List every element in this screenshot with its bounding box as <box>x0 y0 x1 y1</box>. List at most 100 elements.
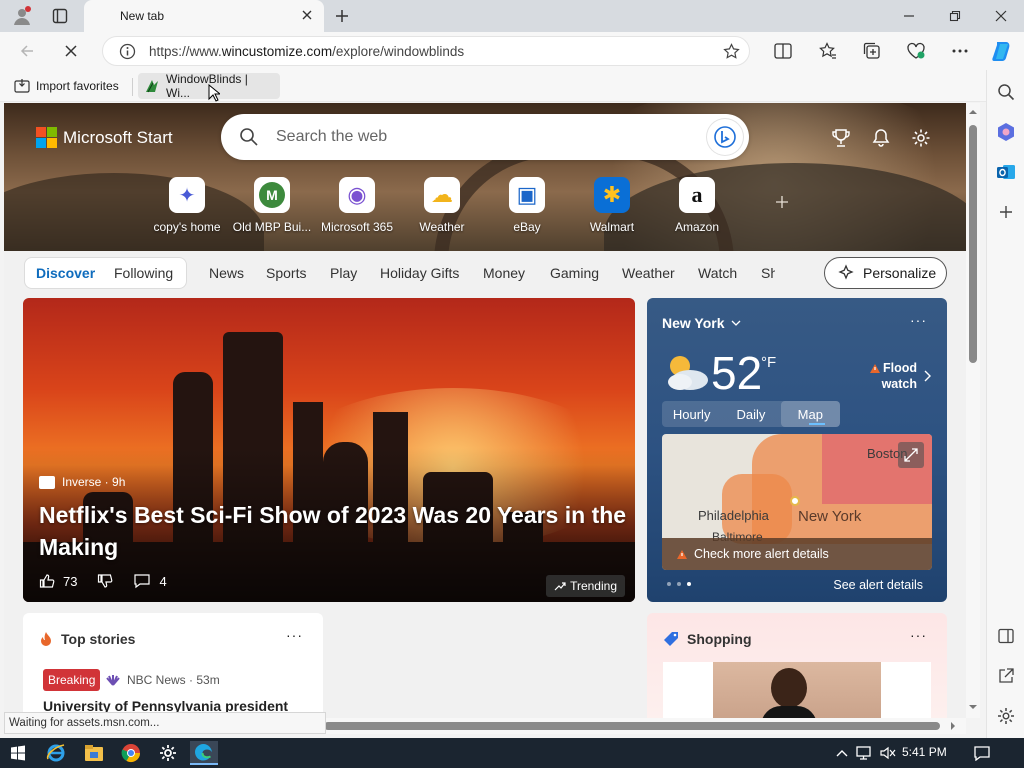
sidebar-split-panel-icon[interactable] <box>992 622 1020 650</box>
address-bar[interactable]: https://www.wincustomize.com/explore/win… <box>102 36 750 66</box>
top-stories-card: Top stories ··· Breaking NBC News · 53m … <box>23 613 323 718</box>
search-icon <box>239 127 259 147</box>
tab-shopping-truncated[interactable]: Sh <box>761 265 775 281</box>
chrome-icon[interactable] <box>117 741 145 765</box>
restore-button[interactable] <box>932 0 978 32</box>
comment-count: 4 <box>159 573 167 589</box>
sidebar-external-link-icon[interactable] <box>992 662 1020 690</box>
weather-tab-hourly[interactable]: Hourly <box>662 401 721 427</box>
inverse-logo-icon <box>39 475 55 489</box>
close-window-button[interactable] <box>978 0 1024 32</box>
story-headline[interactable]: Netflix's Best Sci-Fi Show of 2023 Was 2… <box>39 499 629 563</box>
volume-muted-icon[interactable] <box>874 741 902 765</box>
sidebar-add-icon[interactable] <box>992 198 1020 226</box>
map-alert-bar[interactable]: Check more alert details <box>662 538 932 570</box>
chevron-right-icon[interactable] <box>924 370 931 382</box>
sidebar-outlook-icon[interactable] <box>992 158 1020 186</box>
weather-more-options-icon[interactable]: ··· <box>910 312 927 328</box>
personalize-button[interactable]: Personalize <box>824 257 947 289</box>
internet-explorer-icon[interactable] <box>42 741 70 765</box>
tab-news[interactable]: News <box>209 265 244 281</box>
status-bar: Waiting for assets.msn.com... <box>4 712 326 734</box>
web-search-box[interactable]: Search the web <box>221 114 749 160</box>
tab-sports[interactable]: Sports <box>266 265 306 281</box>
sidebar-search-icon[interactable] <box>992 78 1020 106</box>
sidebar-settings-gear-icon[interactable] <box>992 702 1020 730</box>
tab-weather[interactable]: Weather <box>622 265 675 281</box>
favorite-star-icon[interactable] <box>723 43 740 60</box>
weather-alert-map[interactable]: Boston Philadelphia New York Baltimore C… <box>662 434 932 570</box>
import-icon <box>14 78 30 94</box>
top-stories-more-icon[interactable]: ··· <box>286 627 303 643</box>
expand-map-icon[interactable] <box>898 442 924 468</box>
page-vertical-scrollbar[interactable] <box>966 103 980 718</box>
stop-loading-icon[interactable] <box>58 38 84 64</box>
microsoft-start-logo[interactable]: Microsoft Start <box>36 127 173 148</box>
tab-gaming[interactable]: Gaming <box>550 265 599 281</box>
tab-holiday-gifts[interactable]: Holiday Gifts <box>380 265 459 281</box>
favorites-icon[interactable] <box>815 38 841 64</box>
see-alert-details-link[interactable]: See alert details <box>833 578 923 592</box>
new-tab-button[interactable] <box>330 4 354 28</box>
partly-cloudy-icon <box>662 350 710 394</box>
tab-new-tab[interactable]: New tab <box>84 0 324 32</box>
thumbs-down-icon[interactable] <box>97 573 113 589</box>
comment-icon[interactable] <box>133 573 151 589</box>
weather-card[interactable]: New York ··· 52 °F Flood watch Hourly Dai… <box>647 298 947 602</box>
quick-link-copys-home[interactable]: ✦ copy's home <box>146 177 228 234</box>
file-explorer-icon[interactable] <box>80 741 108 765</box>
windows-start-icon[interactable] <box>4 741 32 765</box>
bing-chat-icon[interactable] <box>707 119 743 155</box>
sidebar-copilot-apps-icon[interactable] <box>992 118 1020 146</box>
quick-link-amazon[interactable]: a Amazon <box>656 177 738 234</box>
quick-link-weather[interactable]: ☁ Weather <box>401 177 483 234</box>
minimize-button[interactable] <box>886 0 932 32</box>
temperature: 52 <box>711 347 763 399</box>
quick-link-old-mbp[interactable]: M Old MBP Bui... <box>231 177 313 234</box>
page-settings-gear-icon[interactable] <box>906 123 936 153</box>
weather-location[interactable]: New York <box>662 315 741 331</box>
scroll-right-arrow-icon[interactable] <box>950 721 956 731</box>
shopping-product-image[interactable] <box>663 662 931 718</box>
edge-taskbar-icon[interactable] <box>190 741 218 765</box>
add-shortcut-icon[interactable] <box>775 195 789 209</box>
weather-tabs: Hourly Daily Map <box>662 401 840 427</box>
tab-money[interactable]: Money <box>483 265 525 281</box>
top-stories-header: Top stories <box>39 631 135 647</box>
quick-link-microsoft-365[interactable]: ◉ Microsoft 365 <box>316 177 398 234</box>
rewards-trophy-icon[interactable] <box>826 123 856 153</box>
split-screen-icon[interactable] <box>770 38 796 64</box>
warning-icon <box>869 363 881 374</box>
weather-tab-map[interactable]: Map <box>780 401 840 427</box>
tab-watch[interactable]: Watch <box>698 265 737 281</box>
featured-story-card[interactable]: Inverse · 9h Netflix's Best Sci-Fi Show … <box>23 298 635 602</box>
notifications-icon[interactable] <box>968 741 996 765</box>
flood-watch-alert[interactable]: Flood watch <box>869 360 917 392</box>
copilot-icon[interactable] <box>989 38 1015 64</box>
taskbar-clock[interactable]: 5:41 PM <box>902 745 947 759</box>
notifications-bell-icon[interactable] <box>866 123 896 153</box>
profile-icon[interactable] <box>8 4 36 28</box>
tab-discover[interactable]: Discover <box>36 265 95 281</box>
settings-gear-icon[interactable] <box>154 741 182 765</box>
collections-icon[interactable] <box>859 38 885 64</box>
shopping-more-icon[interactable]: ··· <box>910 627 927 643</box>
site-info-icon[interactable] <box>119 43 136 60</box>
weather-tab-daily[interactable]: Daily <box>721 401 780 427</box>
quick-link-ebay[interactable]: ▣ eBay <box>486 177 568 234</box>
horizontal-scroll-thumb[interactable] <box>324 722 940 730</box>
close-tab-icon[interactable] <box>300 8 314 22</box>
url-text: https://www.wincustomize.com/explore/win… <box>149 44 465 59</box>
tab-following[interactable]: Following <box>114 265 173 281</box>
thumbs-up-icon[interactable] <box>39 573 55 589</box>
quick-link-walmart[interactable]: ✱ Walmart <box>571 177 653 234</box>
back-arrow-icon[interactable] <box>14 38 40 64</box>
scroll-down-arrow-icon[interactable] <box>968 704 978 710</box>
import-favorites-link[interactable]: Import favorites <box>8 73 125 99</box>
browser-essentials-icon[interactable] <box>903 38 929 64</box>
more-menu-icon[interactable] <box>947 38 973 64</box>
tab-actions-icon[interactable] <box>46 4 74 28</box>
tab-play[interactable]: Play <box>330 265 357 281</box>
vertical-scroll-thumb[interactable] <box>969 125 977 363</box>
scroll-up-arrow-icon[interactable] <box>968 109 978 115</box>
